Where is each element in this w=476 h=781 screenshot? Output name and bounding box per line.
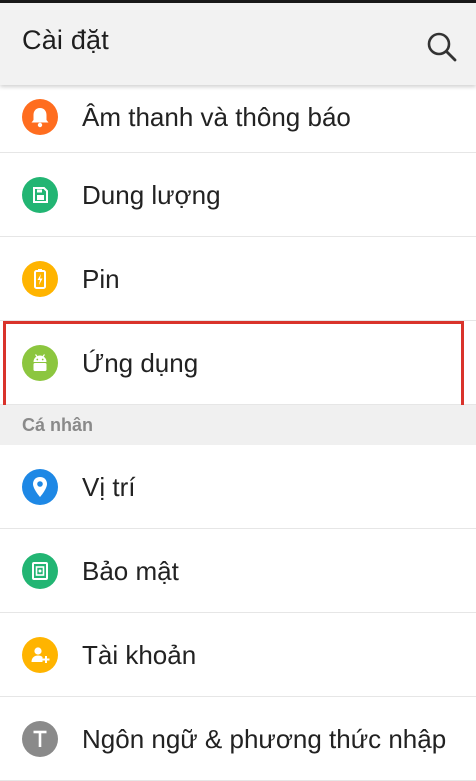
storage-icon	[22, 177, 58, 213]
bell-icon	[22, 99, 58, 135]
app-bar: Cài đặt	[0, 3, 476, 85]
settings-item-label: Ngôn ngữ & phương thức nhập	[82, 724, 447, 754]
page-title: Cài đặt	[22, 25, 109, 55]
security-icon	[22, 553, 58, 589]
battery-icon	[22, 261, 58, 297]
settings-list: Âm thanh và thông báo Dung lượng Pin Ứng…	[0, 85, 476, 781]
android-icon	[22, 345, 58, 381]
settings-item-accounts[interactable]: Tài khoản	[0, 613, 476, 697]
section-title: Cá nhân	[22, 415, 94, 435]
settings-item-sound-notifications[interactable]: Âm thanh và thông báo	[0, 85, 476, 153]
settings-item-apps[interactable]: Ứng dụng	[0, 321, 476, 409]
settings-item-label: Ứng dụng	[82, 348, 199, 378]
settings-item-location[interactable]: Vị trí	[0, 445, 476, 529]
account-add-icon	[22, 637, 58, 673]
settings-item-label: Pin	[82, 264, 120, 294]
location-pin-icon	[22, 469, 58, 505]
settings-item-label: Bảo mật	[82, 556, 179, 586]
section-header-personal: Cá nhân	[0, 405, 476, 445]
settings-item-label: Âm thanh và thông báo	[82, 102, 351, 132]
settings-item-language-input[interactable]: Ngôn ngữ & phương thức nhập	[0, 697, 476, 781]
settings-item-storage[interactable]: Dung lượng	[0, 153, 476, 237]
settings-item-battery[interactable]: Pin	[0, 237, 476, 321]
settings-item-label: Dung lượng	[82, 180, 221, 210]
settings-item-label: Vị trí	[82, 472, 136, 502]
language-icon	[22, 721, 58, 757]
settings-item-security[interactable]: Bảo mật	[0, 529, 476, 613]
search-icon[interactable]	[424, 29, 460, 65]
settings-item-label: Tài khoản	[82, 640, 197, 670]
